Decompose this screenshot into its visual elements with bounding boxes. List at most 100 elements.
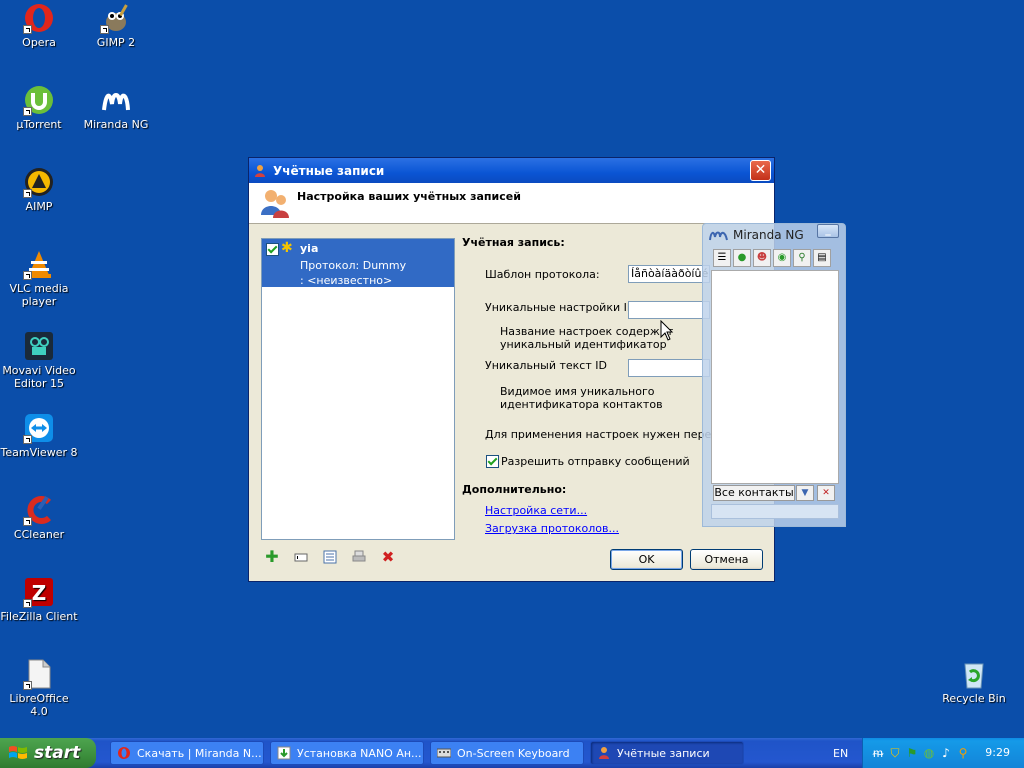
ccleaner-icon	[23, 494, 55, 526]
contact-list[interactable]	[711, 270, 839, 484]
desktop-icon-ccleaner[interactable]: CCleaner	[0, 494, 78, 541]
desktop-icon-label: FileZilla Client	[0, 610, 78, 623]
miranda-contact-list-window: Miranda NG _ ☰ ● ☻ ◉ ⚲ ▤ Все контакты ▼ …	[702, 223, 846, 527]
desktop-icon-teamviewer[interactable]: TeamViewer 8	[0, 412, 78, 459]
miranda-titlebar[interactable]: Miranda NG	[709, 226, 819, 244]
taskbar: start Скачать | Miranda N... Установка N…	[0, 738, 1024, 768]
account-list[interactable]: ✱ yia Протокол: Dummy : <неизвестно>	[261, 238, 455, 540]
desktop-icon-label: VLC media player	[9, 282, 69, 308]
task-label: Учётные записи	[617, 746, 710, 760]
miranda-status-bar[interactable]	[711, 504, 839, 519]
desktop-icon-label: µTorrent	[16, 118, 62, 131]
add-icon[interactable]: ✚	[265, 549, 279, 565]
online-status-icon[interactable]: ◉	[773, 249, 791, 267]
load-protocols-link[interactable]: Загрузка протоколов...	[485, 522, 619, 535]
find-user-icon[interactable]: ⚲	[793, 249, 811, 267]
minimize-button[interactable]: _	[817, 224, 839, 238]
libreoffice-icon	[23, 658, 55, 690]
opera-icon	[23, 2, 55, 34]
desktop-icon-aimp[interactable]: AIMP	[0, 166, 78, 213]
unique-settings-hint: Название настроек содержит уникальный ид…	[500, 325, 674, 351]
options-icon[interactable]	[323, 550, 337, 564]
dialog-titlebar[interactable]: Учётные записи ✕	[249, 158, 774, 183]
options-icon[interactable]: ▤	[813, 249, 831, 267]
start-button[interactable]: start	[0, 738, 96, 768]
mouse-cursor-icon	[660, 320, 674, 341]
task-accounts[interactable]: Учётные записи	[590, 741, 744, 765]
clock: 9:29	[985, 746, 1010, 759]
protocol-template-label: Шаблон протокола:	[485, 268, 600, 281]
account-enabled-checkbox[interactable]	[266, 243, 279, 256]
close-button[interactable]: ✕	[750, 160, 771, 181]
language-indicator[interactable]: EN	[833, 747, 848, 760]
network-settings-link[interactable]: Настройка сети...	[485, 504, 587, 517]
accounts-dialog: Учётные записи ✕ Настройка ваших учётных…	[248, 157, 775, 582]
account-item-yia[interactable]: ✱ yia Протокол: Dummy : <неизвестно>	[262, 239, 454, 287]
desktop-icon-label: TeamViewer 8	[0, 446, 78, 459]
miranda-logo-icon	[709, 231, 728, 241]
account-protocol: Протокол: Dummy	[300, 259, 407, 272]
all-contacts-button[interactable]: Все контакты	[713, 485, 795, 501]
allow-messages-label[interactable]: Разрешить отправку сообщений	[501, 455, 690, 468]
task-browser[interactable]: Скачать | Miranda N...	[110, 741, 264, 765]
print-icon[interactable]	[352, 550, 366, 564]
desktop-icon-vlc[interactable]: VLC media player	[0, 248, 78, 308]
unique-text-label: Уникальный текст ID	[485, 359, 607, 372]
minimize-icon: _	[825, 223, 831, 236]
unique-text-hint: Видимое имя уникального идентификатора к…	[500, 385, 663, 411]
sound-icon[interactable]: ♪	[939, 746, 953, 760]
utorrent-tray-icon[interactable]: ◍	[922, 746, 936, 760]
allow-messages-checkbox[interactable]	[486, 455, 499, 468]
filezilla-icon: Z	[23, 576, 55, 608]
filter-icon[interactable]: ▼	[796, 485, 814, 501]
protocol-template-field[interactable]: Íåñòàíäàðòíûé	[628, 265, 710, 283]
desktop-icon-label: AIMP	[25, 200, 53, 213]
unique-settings-field[interactable]	[628, 301, 710, 319]
accounts-icon	[599, 747, 609, 759]
svg-text:Z: Z	[32, 581, 47, 605]
opera-icon	[118, 747, 130, 759]
vlc-icon	[23, 248, 55, 280]
menu-icon[interactable]: ☰	[713, 249, 731, 267]
dialog-header: Настройка ваших учётных записей	[249, 183, 774, 224]
desktop-icon-label: Recycle Bin	[942, 692, 1006, 705]
user-status-icon[interactable]: ☻	[753, 249, 771, 267]
close-icon: ✕	[754, 162, 767, 178]
unique-text-field[interactable]	[628, 359, 710, 377]
security-shield-icon[interactable]: ⛉	[888, 746, 902, 760]
miranda-toolbar: ☰ ● ☻ ◉ ⚲ ▤	[713, 249, 831, 267]
task-installer[interactable]: Установка NANO Ан...	[270, 741, 424, 765]
delete-icon[interactable]: ✖	[381, 550, 395, 565]
clear-filter-icon[interactable]: ✕	[817, 485, 835, 501]
users-icon	[261, 190, 289, 218]
task-onscreen-keyboard[interactable]: On-Screen Keyboard	[430, 741, 584, 765]
desktop-icon-libreoffice[interactable]: LibreOffice 4.0	[0, 658, 78, 718]
miranda-tray-icon[interactable]: ᵯ	[871, 746, 885, 760]
rename-icon[interactable]	[294, 550, 308, 564]
utorrent-icon	[23, 84, 55, 116]
desktop-icon-movavi[interactable]: Movavi Video Editor 15	[0, 330, 78, 390]
desktop-icon-label: GIMP 2	[96, 36, 136, 49]
desktop-icon-recycle-bin[interactable]: Recycle Bin	[935, 658, 1013, 705]
teamviewer-icon	[23, 412, 55, 444]
network-icon[interactable]: ⚑	[905, 746, 919, 760]
desktop-icon-opera[interactable]: Opera	[0, 2, 78, 49]
desktop-icon-miranda[interactable]: Miranda NG	[77, 84, 155, 131]
desktop-icon-utorrent[interactable]: µTorrent	[0, 84, 78, 131]
system-tray: ᵯ ⛉ ⚑ ◍ ♪ ⚲ 9:29	[862, 738, 1024, 768]
desktop-icon-gimp[interactable]: GIMP 2	[77, 2, 155, 49]
windows-flag-icon	[9, 746, 27, 759]
dialog-header-title: Настройка ваших учётных записей	[297, 190, 521, 203]
desktop-icon-filezilla[interactable]: Z FileZilla Client	[0, 576, 78, 623]
search-icon[interactable]: ⚲	[956, 746, 970, 760]
dummy-protocol-icon: ✱	[281, 240, 293, 256]
desktop-icon-label: Movavi Video Editor 15	[2, 364, 76, 390]
recycle-bin-icon	[958, 658, 990, 690]
cancel-button[interactable]: Отмена	[690, 549, 763, 570]
miranda-title: Miranda NG	[733, 228, 804, 242]
advanced-section-heading: Дополнительно:	[462, 483, 567, 496]
account-name: yia	[300, 242, 319, 255]
installer-icon	[277, 746, 291, 760]
traffic-light-icon[interactable]: ●	[733, 249, 751, 267]
ok-button[interactable]: OK	[610, 549, 683, 570]
